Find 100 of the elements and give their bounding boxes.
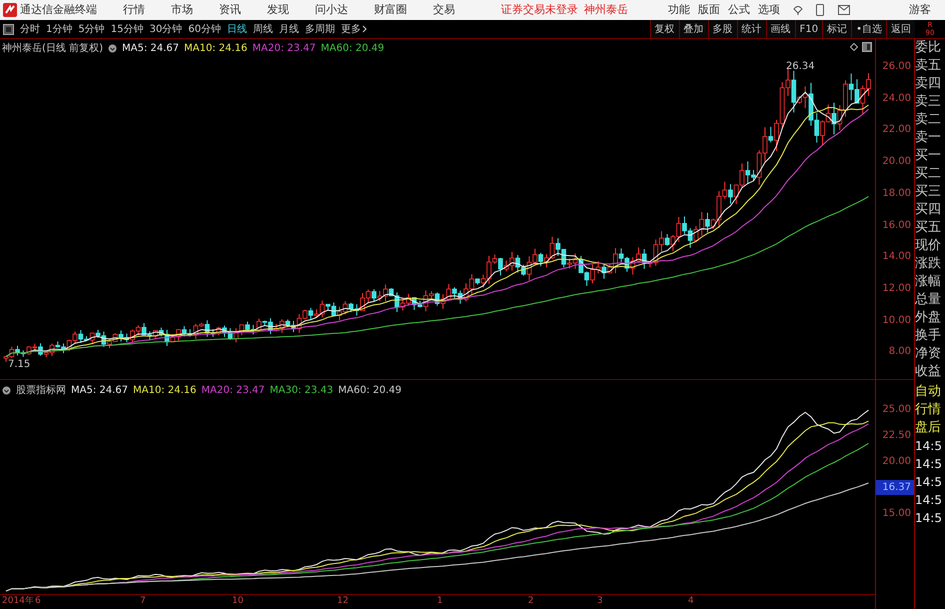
stock-title: 神州泰岳(日线 前复权) [2, 42, 103, 56]
moving-average-value: MA30: 23.43 [270, 384, 334, 398]
period-tab[interactable]: 月线 [278, 22, 299, 36]
panel-toggle-icon[interactable] [3, 24, 14, 34]
quote-field-label: 卖五 [915, 57, 942, 75]
time-label: 14:5 [915, 438, 943, 455]
moving-average-value: MA60: 20.49 [338, 384, 402, 398]
quote-field-label: 卖一 [915, 129, 942, 147]
mode-label[interactable]: 盘后 [915, 419, 945, 437]
price-axis-label: 20.00 [882, 155, 911, 170]
price-axis-label: 16.00 [882, 218, 911, 232]
moving-average-value: MA20: 23.47 [252, 42, 316, 56]
period-tab[interactable]: 日线 [226, 22, 247, 36]
chevron-icon [362, 25, 367, 33]
diamond-icon[interactable] [850, 43, 858, 51]
quote-field-label: 卖三 [915, 93, 942, 111]
phone-icon[interactable] [816, 4, 824, 16]
quote-field-label: 现价 [915, 237, 942, 255]
period-tab[interactable]: 30分钟 [149, 22, 182, 36]
indicator-axis-label: 15.00 [882, 507, 911, 521]
settings-icon[interactable] [108, 44, 117, 53]
chart-tool-button[interactable]: 复权 [650, 20, 679, 38]
low-price-label: 7.15 [8, 358, 30, 372]
quote-field-label: 买二 [915, 165, 942, 183]
price-axis-label: 24.00 [882, 92, 911, 106]
date-label: 2014年 [2, 595, 34, 608]
price-axis-label: 8.00 [888, 345, 911, 360]
price-axis-label: 26.00 [882, 60, 911, 74]
menu-item[interactable]: 问小达 [315, 2, 348, 18]
quote-field-label: 外盘 [915, 309, 942, 327]
date-label: 2 [528, 595, 534, 608]
app-logo-icon [3, 3, 17, 17]
menu-item[interactable]: 市场 [171, 2, 193, 18]
chart-tool-button[interactable]: 多股 [708, 20, 737, 38]
chart-tool-button[interactable]: 标记 [822, 20, 852, 38]
date-label: 6 [35, 595, 41, 608]
indicator-axis-label: 22.50 [882, 429, 911, 443]
period-tab[interactable]: 周线 [252, 22, 273, 36]
period-tab[interactable]: 多周期 [304, 22, 335, 36]
chart-tool-button[interactable]: F10 [794, 20, 822, 38]
settings-icon[interactable] [2, 386, 11, 395]
current-value-tag: 16.37 [876, 480, 914, 495]
quote-field-label: 卖四 [915, 75, 942, 93]
menu-item[interactable]: 交易 [433, 2, 455, 18]
period-tab[interactable]: 5分钟 [78, 22, 105, 36]
chart-tool-button[interactable]: 画线 [766, 20, 795, 38]
quote-field-label: 涨幅 [915, 273, 942, 291]
quote-field-label: 总量 [915, 291, 942, 309]
period-tab[interactable]: 60分钟 [188, 22, 221, 36]
quote-field-label: 买五 [915, 219, 942, 237]
moving-average-value: MA5: 24.67 [122, 42, 179, 56]
chart-tool-button[interactable]: 叠加 [678, 20, 708, 38]
chart-tool-button[interactable]: 统计 [736, 20, 766, 38]
chart-tool-button[interactable]: •自选 [851, 20, 886, 38]
moving-average-value: MA10: 24.16 [133, 384, 196, 398]
date-label: 10 [232, 595, 244, 608]
price-axis-label: 14.00 [882, 250, 911, 264]
period-tab[interactable]: 15分钟 [110, 22, 144, 36]
toolbar-item[interactable]: 公式 [728, 2, 750, 18]
period-tab[interactable]: 1分钟 [46, 22, 72, 36]
date-label: 7 [140, 595, 146, 608]
price-axis-label: 18.00 [882, 186, 911, 201]
login-status[interactable]: 证券交易未登录 [501, 2, 578, 18]
stock-link[interactable]: 神州泰岳 [584, 2, 628, 18]
app-title: 通达信金融终端 [20, 2, 97, 18]
toolbar-item[interactable]: 版面 [698, 2, 720, 18]
mode-label[interactable]: 自动 [915, 383, 945, 401]
period-tab[interactable]: 分时 [20, 22, 40, 36]
moving-average-value: MA60: 20.49 [320, 42, 384, 56]
menu-item[interactable]: 资讯 [219, 2, 241, 18]
indicator-title: 股票指标网 [16, 384, 66, 398]
toolbar-item[interactable]: 功能 [668, 2, 690, 18]
date-label: 12 [337, 595, 348, 608]
more-tab[interactable]: 更多 [340, 22, 367, 36]
quote-field-label: 收益 [915, 363, 942, 381]
indicator-axis-label: 20.00 [882, 455, 911, 469]
price-axis-label: 22.00 [882, 123, 911, 138]
quote-field-label: 买三 [915, 183, 942, 201]
toolbar-item[interactable]: 选项 [758, 2, 780, 18]
high-price-label: 26.34 [786, 60, 815, 74]
quote-field-label: 卖二 [915, 111, 942, 129]
menu-item[interactable]: 发现 [267, 2, 289, 18]
mode-label[interactable]: 行情 [915, 401, 945, 419]
quote-field-label: 买四 [915, 201, 942, 219]
user-label[interactable]: 游客 [909, 2, 931, 18]
quote-field-label: 委比 [915, 39, 942, 57]
chart-tool-button[interactable]: 返回 [886, 20, 915, 38]
moving-average-value: MA10: 24.16 [184, 42, 248, 56]
date-label: 4 [688, 595, 694, 608]
date-label: 1 [437, 595, 443, 608]
menu-item[interactable]: 行情 [123, 2, 145, 18]
mail-icon[interactable] [838, 5, 850, 15]
window-icon[interactable] [862, 42, 872, 52]
quote-field-label: 涨跌 [915, 255, 942, 273]
quote-field-label: 净资 [915, 345, 942, 363]
date-label: 3 [597, 595, 603, 608]
price-axis-label: 10.00 [882, 314, 911, 328]
price-axis-label: 12.00 [882, 282, 911, 296]
time-label: 14:5 [915, 510, 943, 527]
menu-item[interactable]: 财富圈 [374, 2, 407, 18]
